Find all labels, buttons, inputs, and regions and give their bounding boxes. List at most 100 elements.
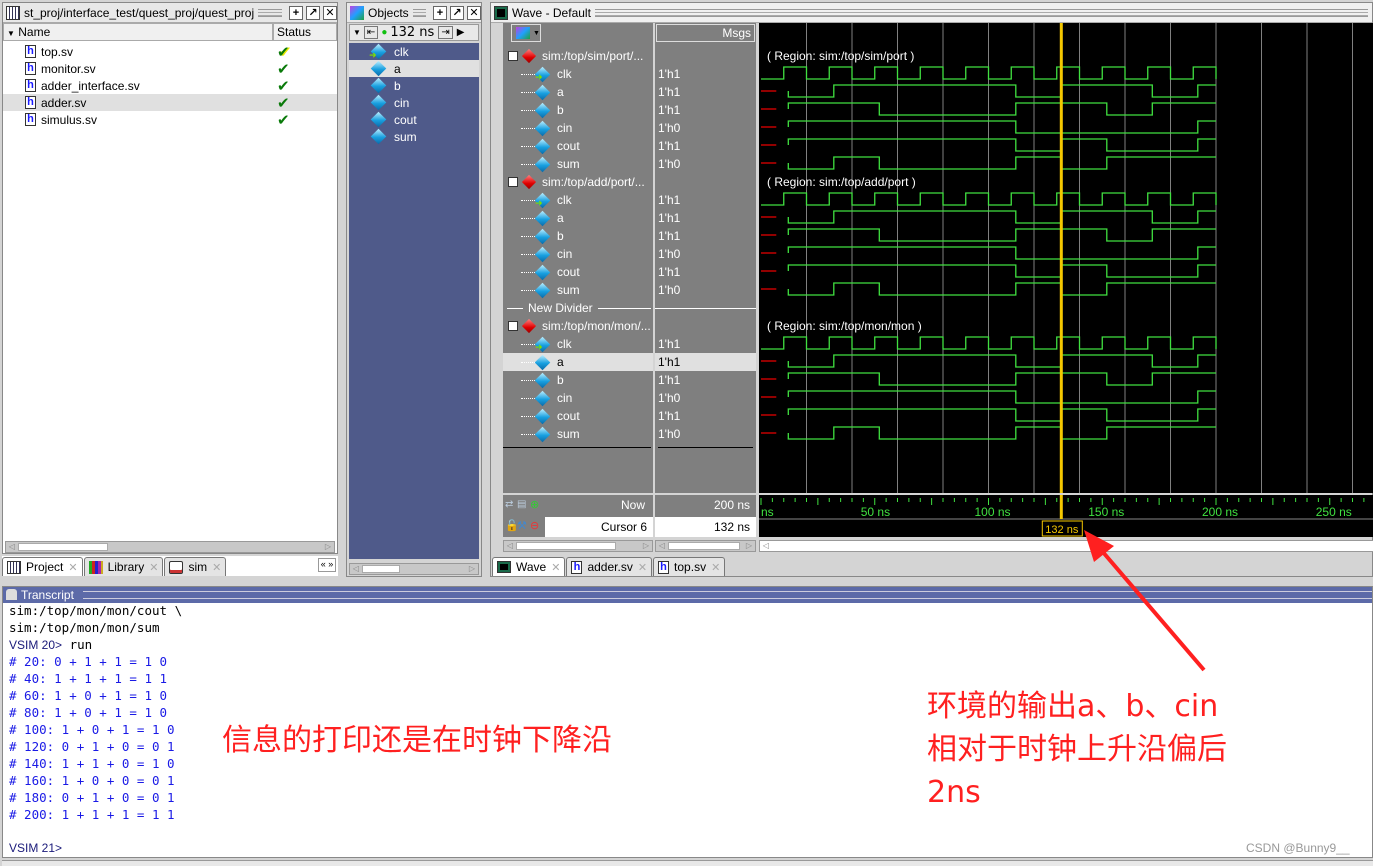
close-icon[interactable]: ✕ bbox=[323, 5, 337, 20]
more-icon[interactable]: ▶ bbox=[457, 27, 465, 38]
signal-row[interactable]: sum bbox=[503, 425, 653, 443]
file-row[interactable]: h monitor.sv ✔ bbox=[3, 60, 337, 78]
signal-row[interactable]: a bbox=[503, 209, 653, 227]
step-back-icon[interactable]: ⇤ bbox=[363, 26, 379, 39]
scroll-right-icon[interactable]: ▷ bbox=[466, 564, 478, 574]
object-row[interactable]: sum bbox=[349, 128, 479, 145]
signal-group-row[interactable]: − sim:/top/add/port/... bbox=[503, 173, 653, 191]
msgs-header[interactable]: Msgs bbox=[656, 24, 755, 42]
project-titlebar[interactable]: st_proj/interface_test/quest_proj/quest_… bbox=[3, 3, 337, 23]
scroll-thumb[interactable] bbox=[668, 542, 740, 550]
wave-list-icon[interactable]: ⇄ bbox=[505, 499, 513, 510]
waveform-clk[interactable] bbox=[761, 66, 1217, 80]
object-row[interactable]: cin bbox=[349, 94, 479, 111]
column-header-name[interactable]: ▼ Name bbox=[3, 23, 273, 41]
scroll-thumb[interactable] bbox=[18, 543, 108, 551]
current-prompt[interactable]: VSIM 21> bbox=[9, 841, 62, 855]
undock-icon[interactable]: ↗ bbox=[450, 5, 464, 20]
scroll-left-icon[interactable]: ◁ bbox=[504, 541, 516, 551]
values-hscrollbar[interactable]: ◁ ▷ bbox=[655, 540, 756, 552]
scroll-left-icon[interactable]: ◁ bbox=[350, 564, 362, 574]
signal-row[interactable]: cin bbox=[503, 119, 653, 137]
add-cursor-icon[interactable]: ⊕ bbox=[530, 498, 539, 511]
signal-row[interactable]: cout bbox=[503, 137, 653, 155]
add-icon[interactable]: + bbox=[289, 5, 303, 20]
tab-scroll-arrows[interactable]: « » bbox=[318, 558, 336, 572]
signal-row[interactable]: cout bbox=[503, 263, 653, 281]
timeline-canvas[interactable]: ns 50 ns 100 ns 150 ns 200 ns 250 ns132 ns bbox=[759, 495, 1373, 537]
tab-adder-sv[interactable]: h adder.sv ✕ bbox=[566, 557, 653, 576]
wave-divider[interactable]: New Divider bbox=[503, 299, 653, 317]
wrench-icon[interactable]: ⚒ bbox=[517, 519, 527, 532]
wave-titlebar[interactable]: Wave - Default bbox=[491, 3, 1372, 23]
object-row[interactable]: a bbox=[349, 60, 479, 77]
signal-row[interactable]: a bbox=[503, 353, 653, 371]
objects-titlebar[interactable]: Objects + ↗ ✕ bbox=[347, 3, 481, 23]
step-forward-icon[interactable]: ⇥ bbox=[438, 26, 453, 39]
close-tab-icon[interactable]: ✕ bbox=[212, 561, 221, 574]
collapse-icon[interactable]: − bbox=[508, 321, 518, 331]
close-tab-icon[interactable]: ✕ bbox=[68, 561, 77, 574]
undock-icon[interactable]: ↗ bbox=[306, 5, 320, 20]
signal-row[interactable]: cin bbox=[503, 389, 653, 407]
waveform-pane[interactable]: ( Region: sim:/top/sim/port ) ( Region: s… bbox=[759, 23, 1373, 493]
scroll-right-icon[interactable]: ▷ bbox=[322, 542, 334, 552]
scroll-thumb[interactable] bbox=[362, 565, 400, 573]
tab-top-sv[interactable]: h top.sv ✕ bbox=[653, 557, 726, 576]
drag-grip[interactable] bbox=[258, 8, 282, 17]
signal-row[interactable]: sum bbox=[503, 281, 653, 299]
file-row[interactable]: h adder_interface.sv ✔ bbox=[3, 77, 337, 95]
waveform-clk[interactable] bbox=[761, 192, 1217, 206]
signal-row[interactable]: cout bbox=[503, 407, 653, 425]
object-row[interactable]: ➜ clk bbox=[349, 43, 479, 60]
timeline[interactable]: ns 50 ns 100 ns 150 ns 200 ns 250 ns 132 ns bbox=[759, 495, 1373, 537]
file-row[interactable]: h top.sv ✔ bbox=[3, 43, 337, 61]
signal-row[interactable]: ➜ clk bbox=[503, 65, 653, 83]
scroll-right-icon[interactable]: ▷ bbox=[640, 541, 652, 551]
close-tab-icon[interactable]: ✕ bbox=[551, 561, 560, 574]
dropdown-icon[interactable]: ▼ bbox=[353, 28, 361, 37]
project-hscrollbar[interactable]: ◁ ▷ bbox=[5, 541, 335, 553]
signal-row[interactable]: a bbox=[503, 83, 653, 101]
waveform-hscrollbar[interactable]: ◁ bbox=[759, 540, 1373, 552]
tab-sim[interactable]: sim ✕ bbox=[164, 557, 227, 576]
close-icon[interactable]: ✕ bbox=[467, 5, 481, 20]
scroll-left-icon[interactable]: ◁ bbox=[760, 541, 772, 551]
tab-project[interactable]: Project ✕ bbox=[2, 557, 83, 576]
object-row[interactable]: b bbox=[349, 77, 479, 94]
waveform-clk[interactable] bbox=[761, 336, 1217, 350]
signal-group-row[interactable]: − sim:/top/mon/mon/... bbox=[503, 317, 653, 335]
close-tab-icon[interactable]: ✕ bbox=[711, 561, 720, 574]
wave-tools-button[interactable]: ▼ bbox=[511, 24, 541, 42]
signal-row[interactable]: cin bbox=[503, 245, 653, 263]
signal-row[interactable]: b bbox=[503, 101, 653, 119]
object-row[interactable]: cout bbox=[349, 111, 479, 128]
scroll-left-icon[interactable]: ◁ bbox=[6, 542, 18, 552]
collapse-icon[interactable]: − bbox=[508, 177, 518, 187]
collapse-icon[interactable]: − bbox=[508, 51, 518, 61]
column-header-status[interactable]: Status bbox=[273, 23, 337, 41]
waveform-canvas[interactable]: ( Region: sim:/top/sim/port ) ( Region: s… bbox=[759, 23, 1373, 493]
cursor-label[interactable]: Cursor 6 bbox=[545, 517, 653, 537]
cursor-props-icon[interactable]: ▤ bbox=[517, 499, 526, 510]
close-tab-icon[interactable]: ✕ bbox=[638, 561, 647, 574]
scroll-left-icon[interactable]: ◁ bbox=[656, 541, 668, 551]
scroll-thumb[interactable] bbox=[516, 542, 616, 550]
scroll-right-icon[interactable]: ▷ bbox=[743, 541, 755, 551]
signal-row[interactable]: ➜ clk bbox=[503, 335, 653, 353]
objects-hscrollbar[interactable]: ◁ ▷ bbox=[349, 563, 479, 575]
add-icon[interactable]: + bbox=[433, 5, 447, 20]
signal-row[interactable]: ➜ clk bbox=[503, 191, 653, 209]
signal-row[interactable]: b bbox=[503, 371, 653, 389]
close-tab-icon[interactable]: ✕ bbox=[149, 561, 158, 574]
signal-group-row[interactable]: − sim:/top/sim/port/... bbox=[503, 47, 653, 65]
remove-cursor-icon[interactable]: ⊖ bbox=[530, 519, 539, 532]
signal-row[interactable]: sum bbox=[503, 155, 653, 173]
tab-wave[interactable]: Wave ✕ bbox=[492, 557, 566, 576]
file-row[interactable]: h simulus.sv ✔ bbox=[3, 111, 337, 129]
drag-grip[interactable] bbox=[594, 8, 1368, 17]
file-row[interactable]: h adder.sv ✔ bbox=[3, 94, 337, 112]
sort-icon[interactable]: ▼ bbox=[7, 29, 15, 38]
tab-library[interactable]: Library ✕ bbox=[83, 557, 164, 576]
signal-row[interactable]: b bbox=[503, 227, 653, 245]
